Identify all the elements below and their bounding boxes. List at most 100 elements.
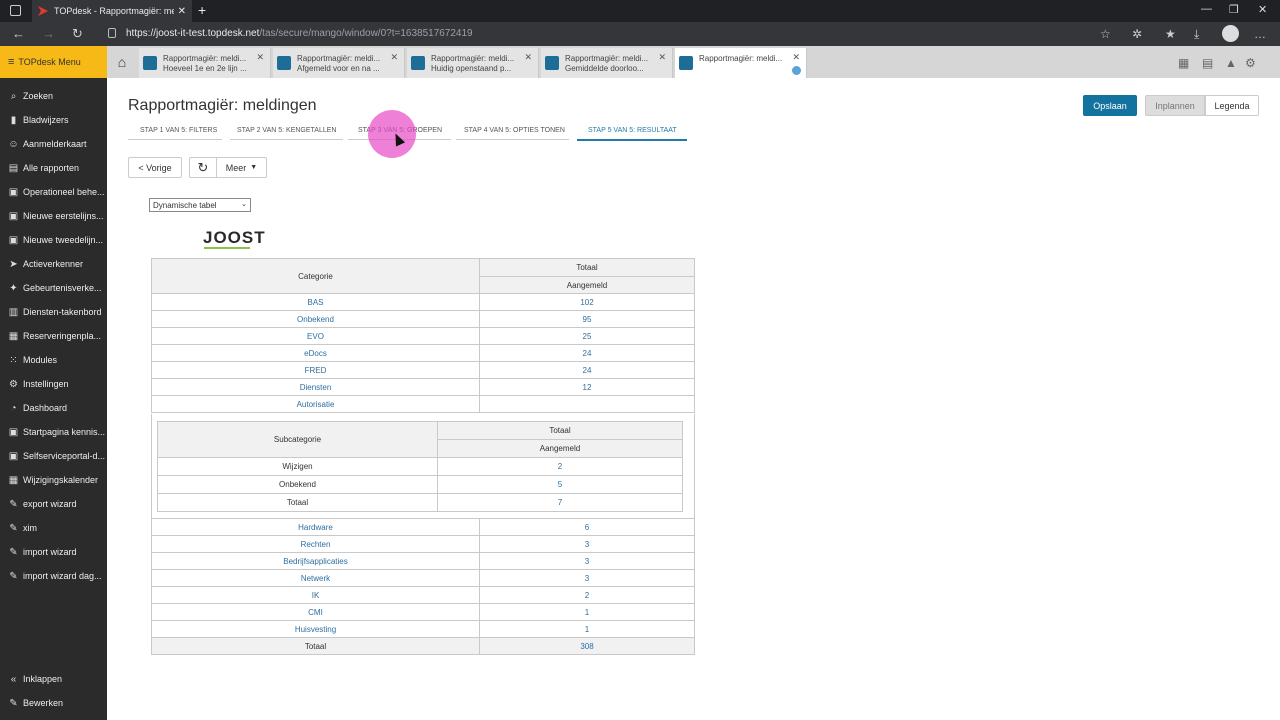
subtotal-value[interactable]: 7: [437, 493, 683, 512]
sidebar-item[interactable]: ☺ Aanmelderkaart: [0, 134, 107, 154]
extensions-icon[interactable]: ✲: [1132, 27, 1142, 41]
browser-tab-close-icon[interactable]: ✕: [178, 6, 186, 17]
category-link[interactable]: Onbekend: [151, 310, 480, 328]
forward-icon[interactable]: →: [42, 26, 55, 41]
app-tab[interactable]: Rapportmagiër: meldi... ✕: [675, 48, 807, 78]
category-link[interactable]: Onbekend: [157, 475, 438, 494]
schedule-button[interactable]: Inplannen: [1145, 95, 1205, 116]
more-menu-icon[interactable]: …: [1254, 27, 1266, 41]
category-link[interactable]: BAS: [151, 293, 480, 311]
sidebar-item[interactable]: ⌕ Zoeken: [0, 86, 107, 106]
category-link[interactable]: Wijzigen: [157, 457, 438, 476]
archive-icon[interactable]: ▤: [1202, 56, 1213, 70]
reported-count[interactable]: 6: [479, 518, 695, 536]
category-link[interactable]: Hardware: [151, 518, 480, 536]
sidebar-item[interactable]: ▣ Operationeel behe...: [0, 182, 107, 202]
category-link[interactable]: Diensten: [151, 378, 480, 396]
category-link[interactable]: EVO: [151, 327, 480, 345]
favorite-star-icon[interactable]: ☆: [1100, 27, 1111, 41]
app-tab[interactable]: Rapportmagiër: meldi... Gemiddelde doorl…: [541, 48, 673, 78]
reported-count[interactable]: 5: [437, 475, 683, 494]
sidebar-item[interactable]: ✦ Gebeurtenisverke...: [0, 278, 107, 298]
minimize-button[interactable]: —: [1201, 3, 1212, 15]
profile-avatar[interactable]: [1222, 25, 1239, 42]
download-icon[interactable]: ⤓: [1194, 27, 1199, 42]
sidebar-item[interactable]: ➤ Actieverkenner: [0, 254, 107, 274]
sidebar-item[interactable]: ▣ Startpagina kennis...: [0, 422, 107, 442]
category-link[interactable]: CMI: [151, 603, 480, 621]
notification-bell-icon[interactable]: ▲: [1225, 56, 1237, 70]
reported-count[interactable]: 95: [479, 310, 695, 328]
reported-count[interactable]: 24: [479, 344, 695, 362]
category-link[interactable]: Autorisatie: [151, 395, 480, 413]
category-link[interactable]: Huisvesting: [151, 620, 480, 638]
favorites-icon[interactable]: ★: [1165, 27, 1176, 41]
close-icon[interactable]: ✕: [256, 52, 264, 63]
sidebar-item[interactable]: ▦ Wijzigingskalender: [0, 470, 107, 490]
sidebar-item[interactable]: ✎ export wizard: [0, 494, 107, 514]
reported-count[interactable]: 2: [437, 457, 683, 476]
previous-button[interactable]: < Vorige: [128, 157, 182, 178]
refresh-button[interactable]: ↻: [189, 157, 217, 178]
category-link[interactable]: FRED: [151, 361, 480, 379]
close-icon[interactable]: ✕: [658, 52, 666, 63]
sidebar-item[interactable]: ✎ xim: [0, 518, 107, 538]
edit-button[interactable]: ✎ Bewerken: [0, 693, 107, 713]
reported-count[interactable]: 3: [479, 535, 695, 553]
sidebar-item[interactable]: ▣ Nieuwe eerstelijns...: [0, 206, 107, 226]
home-icon[interactable]: ⌂: [107, 46, 137, 78]
reported-count[interactable]: 3: [479, 552, 695, 570]
category-link[interactable]: Rechten: [151, 535, 480, 553]
view-type-select[interactable]: Dynamische tabel ⌄: [149, 198, 251, 212]
sidebar-item[interactable]: ◔ Dashboard: [0, 398, 107, 418]
reported-count[interactable]: 102: [479, 293, 695, 311]
reported-count[interactable]: 24: [479, 361, 695, 379]
category-link[interactable]: Netwerk: [151, 569, 480, 587]
close-icon[interactable]: ✕: [390, 52, 398, 63]
legend-button[interactable]: Legenda: [1205, 95, 1259, 116]
reported-count[interactable]: [479, 395, 695, 413]
save-button[interactable]: Opslaan: [1083, 95, 1137, 116]
sidebar-item[interactable]: ▦ Reserveringenpla...: [0, 326, 107, 346]
pin-icon[interactable]: [792, 66, 801, 75]
total-value[interactable]: 308: [479, 637, 695, 655]
reload-icon[interactable]: ↻: [72, 26, 83, 42]
sidebar-item[interactable]: ⚙ Instellingen: [0, 374, 107, 394]
app-tab[interactable]: Rapportmagiër: meldi... Huidig openstaan…: [407, 48, 539, 78]
app-tab[interactable]: Rapportmagiër: meldi... Afgemeld voor en…: [273, 48, 405, 78]
more-button[interactable]: Meer ▼: [216, 157, 267, 178]
category-link[interactable]: eDocs: [151, 344, 480, 362]
user-settings-icon[interactable]: ⚙: [1245, 56, 1256, 70]
category-link[interactable]: Bedrijfsapplicaties: [151, 552, 480, 570]
sidebar-item[interactable]: ▥ Diensten-takenbord: [0, 302, 107, 322]
step-kengetallen[interactable]: STAP 2 VAN 5: KENGETALLEN: [237, 127, 336, 134]
sidebar-item[interactable]: ▤ Alle rapporten: [0, 158, 107, 178]
close-icon[interactable]: ✕: [792, 52, 800, 63]
calendar-view-icon[interactable]: ▦: [1178, 56, 1189, 70]
browser-tab[interactable]: TOPdesk - Rapportmagiër: meld ✕: [32, 0, 192, 22]
step-filters[interactable]: STAP 1 VAN 5: FILTERS: [140, 127, 217, 134]
category-link[interactable]: IK: [151, 586, 480, 604]
new-tab-button[interactable]: +: [198, 2, 206, 18]
url-field[interactable]: https://joost-it-test.topdesk.net/tas/se…: [126, 28, 473, 39]
step-opties-tonen[interactable]: STAP 4 VAN 5: OPTIES TONEN: [464, 127, 565, 134]
close-window-button[interactable]: ✕: [1258, 3, 1267, 16]
sidebar-item[interactable]: ▮ Bladwijzers: [0, 110, 107, 130]
reported-count[interactable]: 1: [479, 603, 695, 621]
reported-count[interactable]: 3: [479, 569, 695, 587]
sidebar-item[interactable]: ✎ import wizard dag...: [0, 566, 107, 586]
reported-count[interactable]: 2: [479, 586, 695, 604]
topdesk-menu-button[interactable]: ≡ TOPdesk Menu: [0, 46, 107, 78]
sidebar-item[interactable]: ✎ import wizard: [0, 542, 107, 562]
sidebar-item[interactable]: ⁙ Modules: [0, 350, 107, 370]
reported-count[interactable]: 1: [479, 620, 695, 638]
maximize-button[interactable]: ❐: [1229, 3, 1239, 16]
reported-count[interactable]: 25: [479, 327, 695, 345]
app-tab[interactable]: Rapportmagiër: meldi... Hoeveel 1e en 2e…: [139, 48, 271, 78]
sidebar-item[interactable]: ▣ Selfserviceportal-d...: [0, 446, 107, 466]
sidebar-item[interactable]: ▣ Nieuwe tweedelijn...: [0, 230, 107, 250]
reported-count[interactable]: 12: [479, 378, 695, 396]
back-icon[interactable]: ←: [12, 26, 25, 41]
window-menu-icon[interactable]: [10, 5, 21, 16]
collapse-button[interactable]: « Inklappen: [0, 669, 107, 689]
